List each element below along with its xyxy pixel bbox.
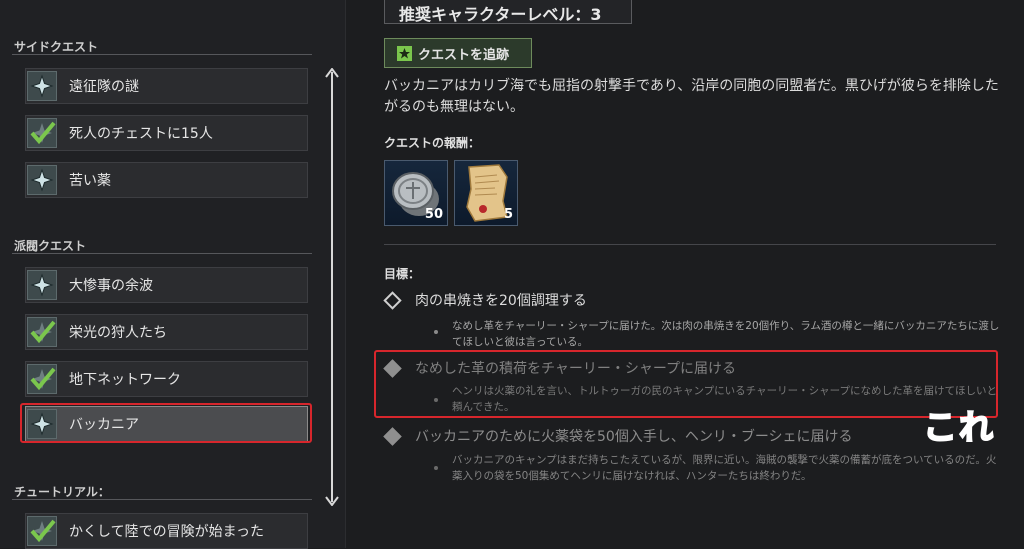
checkmark-icon	[27, 364, 57, 394]
reward-count: 50	[424, 207, 443, 222]
section-faction-quests: 派閥クエスト	[12, 237, 312, 254]
quest-item-disaster-aftermath[interactable]: 大惨事の余波	[25, 267, 308, 303]
objective-title: バッカニアのために火薬袋を50個入手し、ヘンリ・ブーシェに届ける	[415, 429, 853, 445]
compass-star-icon	[27, 270, 57, 300]
track-star-icon	[397, 45, 412, 61]
track-button-label: クエストを追跡	[418, 47, 510, 63]
objective-highlight	[374, 350, 998, 418]
quest-label: 死人のチェストに15人	[69, 126, 213, 142]
quest-detail-panel: 推奨キャラクターレベル：3 クエストを追跡 バッカニアはカリブ海でも屈指の射撃手…	[346, 0, 1024, 548]
annotation-label: これ	[922, 407, 995, 449]
objective-diamond-icon	[383, 290, 402, 310]
checkmark-icon	[27, 118, 57, 148]
objective-3: バッカニアのために火薬袋を50個入手し、ヘンリ・ブーシェに届ける	[383, 426, 853, 446]
objective-description: なめし革をチャーリー・シャープに届けた。次は肉の串焼きを20個作り、ラム酒の樽と…	[452, 320, 1000, 348]
objective-description: バッカニアのキャンプはまだ持ちこたえているが、限界に近い。海賊の襲撃で火薬の備蓄…	[452, 454, 997, 482]
quest-item-underground-network[interactable]: 地下ネットワーク	[25, 361, 308, 397]
track-quest-button[interactable]: クエストを追跡	[384, 38, 532, 68]
quest-item-dead-mans-chest[interactable]: 死人のチェストに15人	[25, 115, 308, 151]
quest-label: 栄光の狩人たち	[69, 325, 167, 341]
checkmark-icon	[27, 516, 57, 546]
selected-quest-highlight	[20, 403, 312, 443]
quest-label: 大惨事の余波	[69, 278, 153, 294]
compass-star-icon	[27, 71, 57, 101]
quest-item-bitter-medicine[interactable]: 苦い薬	[25, 162, 308, 198]
reward-count: 5	[503, 207, 513, 222]
quest-item-land-adventure[interactable]: かくして陸での冒険が始まった	[25, 513, 308, 549]
scrollbar-track[interactable]	[331, 72, 333, 502]
scroll-down-arrow-icon[interactable]	[325, 496, 339, 506]
section-divider	[384, 244, 996, 245]
quest-label: 遠征隊の謎	[69, 79, 139, 95]
checkmark-icon	[27, 317, 57, 347]
quest-label: かくして陸での冒険が始まった	[69, 524, 265, 540]
quest-description: バッカニアはカリブ海でも屈指の射撃手であり、沿岸の同胞の同盟者だ。黒ひげが彼らを…	[384, 78, 999, 115]
quest-item-glory-hunters[interactable]: 栄光の狩人たち	[25, 314, 308, 350]
recommended-level: 推奨キャラクターレベル：3	[384, 0, 632, 24]
rewards-title: クエストの報酬：	[384, 136, 481, 150]
objectives-title: 目標：	[384, 267, 421, 281]
objective-1: 肉の串焼きを20個調理する	[383, 290, 587, 310]
quest-label: 地下ネットワーク	[69, 372, 181, 388]
section-tutorial: チュートリアル：	[12, 483, 312, 500]
quest-list-panel: サイドクエスト 遠征隊の謎 死人のチェストに15人 苦い薬 派閥クエスト 大惨事…	[0, 0, 346, 549]
reward-treasure-map[interactable]: 5	[454, 160, 518, 226]
quest-item-expedition-mystery[interactable]: 遠征隊の謎	[25, 68, 308, 104]
bullet-icon	[434, 466, 438, 470]
objective-diamond-completed-icon	[383, 426, 402, 446]
quest-label: 苦い薬	[69, 173, 111, 189]
section-side-quests: サイドクエスト	[12, 38, 312, 55]
bullet-icon	[434, 330, 438, 334]
compass-star-icon	[27, 165, 57, 195]
reward-silver-coins[interactable]: 50	[384, 160, 448, 226]
objective-title: 肉の串焼きを20個調理する	[415, 293, 587, 309]
